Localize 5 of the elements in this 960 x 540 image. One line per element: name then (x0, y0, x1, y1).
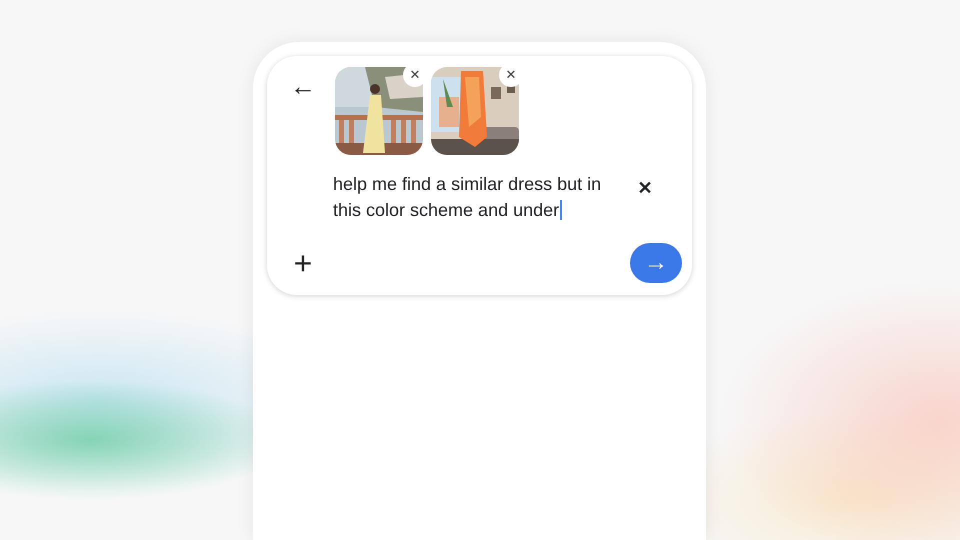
back-button[interactable]: ← (285, 72, 321, 100)
send-button[interactable]: → (630, 243, 682, 283)
clear-button[interactable]: ✕ (632, 175, 658, 201)
query-text[interactable]: help me find a similar dress but in this color scheme and under (333, 171, 613, 223)
add-button[interactable]: + (285, 245, 321, 281)
